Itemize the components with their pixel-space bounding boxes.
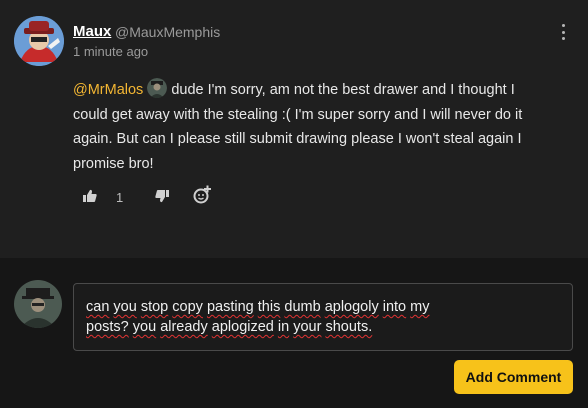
reply-word: pasting xyxy=(206,299,254,315)
reply-word: you xyxy=(113,299,137,315)
mention-link[interactable]: @MrMalos xyxy=(73,82,143,98)
timestamp: 1 minute ago xyxy=(73,44,149,59)
comment-body: @MrMalos dude I'm sorry, am not the best … xyxy=(73,78,543,176)
user-handle: @MauxMemphis xyxy=(115,24,221,40)
reply-word: posts? xyxy=(86,319,129,335)
add-emoji-icon[interactable] xyxy=(192,185,212,210)
thumbs-down-icon[interactable] xyxy=(154,188,170,209)
reply-word: aplogized xyxy=(211,319,274,335)
reply-input[interactable]: can you stop copy pasting this dumb aplo… xyxy=(73,283,573,351)
username[interactable]: Maux xyxy=(73,23,111,40)
mention-avatar xyxy=(147,78,168,98)
reply-word: into xyxy=(382,299,407,315)
reply-word: can xyxy=(86,299,110,315)
reply-word: copy xyxy=(172,299,203,315)
user-avatar[interactable] xyxy=(14,16,64,66)
comment: Maux @MauxMemphis 1 minute ago @MrMalos d… xyxy=(0,0,588,258)
reply-word: stop xyxy=(140,299,169,315)
reply-word: this xyxy=(257,299,281,315)
add-comment-button[interactable]: Add Comment xyxy=(454,360,573,394)
current-user-avatar xyxy=(14,280,62,328)
like-count: 1 xyxy=(116,190,124,205)
reply-word: in xyxy=(277,319,290,335)
reply-word: dumb xyxy=(284,299,321,315)
reply-word: aplogoly xyxy=(324,299,379,315)
more-options-icon[interactable] xyxy=(556,22,570,42)
reply-composer: can you stop copy pasting this dumb aplo… xyxy=(0,258,588,408)
reply-text-line: posts? you already aplogized in your sho… xyxy=(86,317,560,337)
reply-word: already xyxy=(160,319,208,335)
reply-word: my xyxy=(410,299,430,315)
thumbs-up-icon[interactable] xyxy=(82,188,98,209)
reply-word: you xyxy=(132,319,157,335)
reply-text-line: can you stop copy pasting this dumb aplo… xyxy=(86,297,560,317)
reply-word: your xyxy=(293,319,322,335)
reply-word: shouts. xyxy=(325,319,373,335)
